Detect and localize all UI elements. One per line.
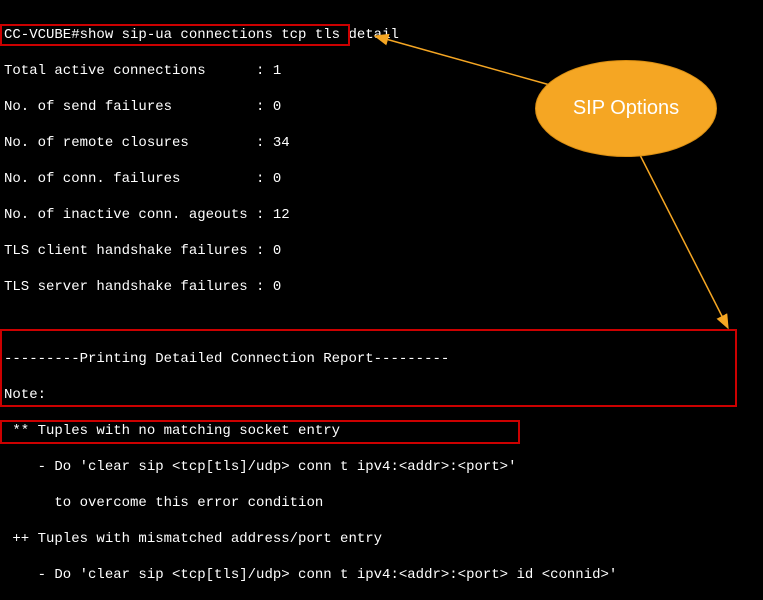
stat-send-failures: No. of send failures : 0 (0, 98, 763, 116)
note-line: - Do 'clear sip <tcp[tls]/udp> conn t ip… (0, 458, 763, 476)
stat-tls-client-hs: TLS client handshake failures : 0 (0, 242, 763, 260)
stat-tls-server-hs: TLS server handshake failures : 0 (0, 278, 763, 296)
note-line: ++ Tuples with mismatched address/port e… (0, 530, 763, 548)
terminal-output: CC-VCUBE#show sip-ua connections tcp tls… (0, 0, 763, 600)
note-line: ** Tuples with no matching socket entry (0, 422, 763, 440)
stat-total-active: Total active connections : 1 (0, 62, 763, 80)
note-label: Note: (0, 386, 763, 404)
note-line: - Do 'clear sip <tcp[tls]/udp> conn t ip… (0, 566, 763, 584)
note-line: to overcome this error condition (0, 494, 763, 512)
stat-conn-failures: No. of conn. failures : 0 (0, 170, 763, 188)
report-header: ---------Printing Detailed Connection Re… (0, 350, 763, 368)
stat-inactive-ageouts: No. of inactive conn. ageouts : 12 (0, 206, 763, 224)
blank-line (0, 314, 763, 332)
command-line: CC-VCUBE#show sip-ua connections tcp tls… (0, 26, 763, 44)
stat-remote-closures: No. of remote closures : 34 (0, 134, 763, 152)
